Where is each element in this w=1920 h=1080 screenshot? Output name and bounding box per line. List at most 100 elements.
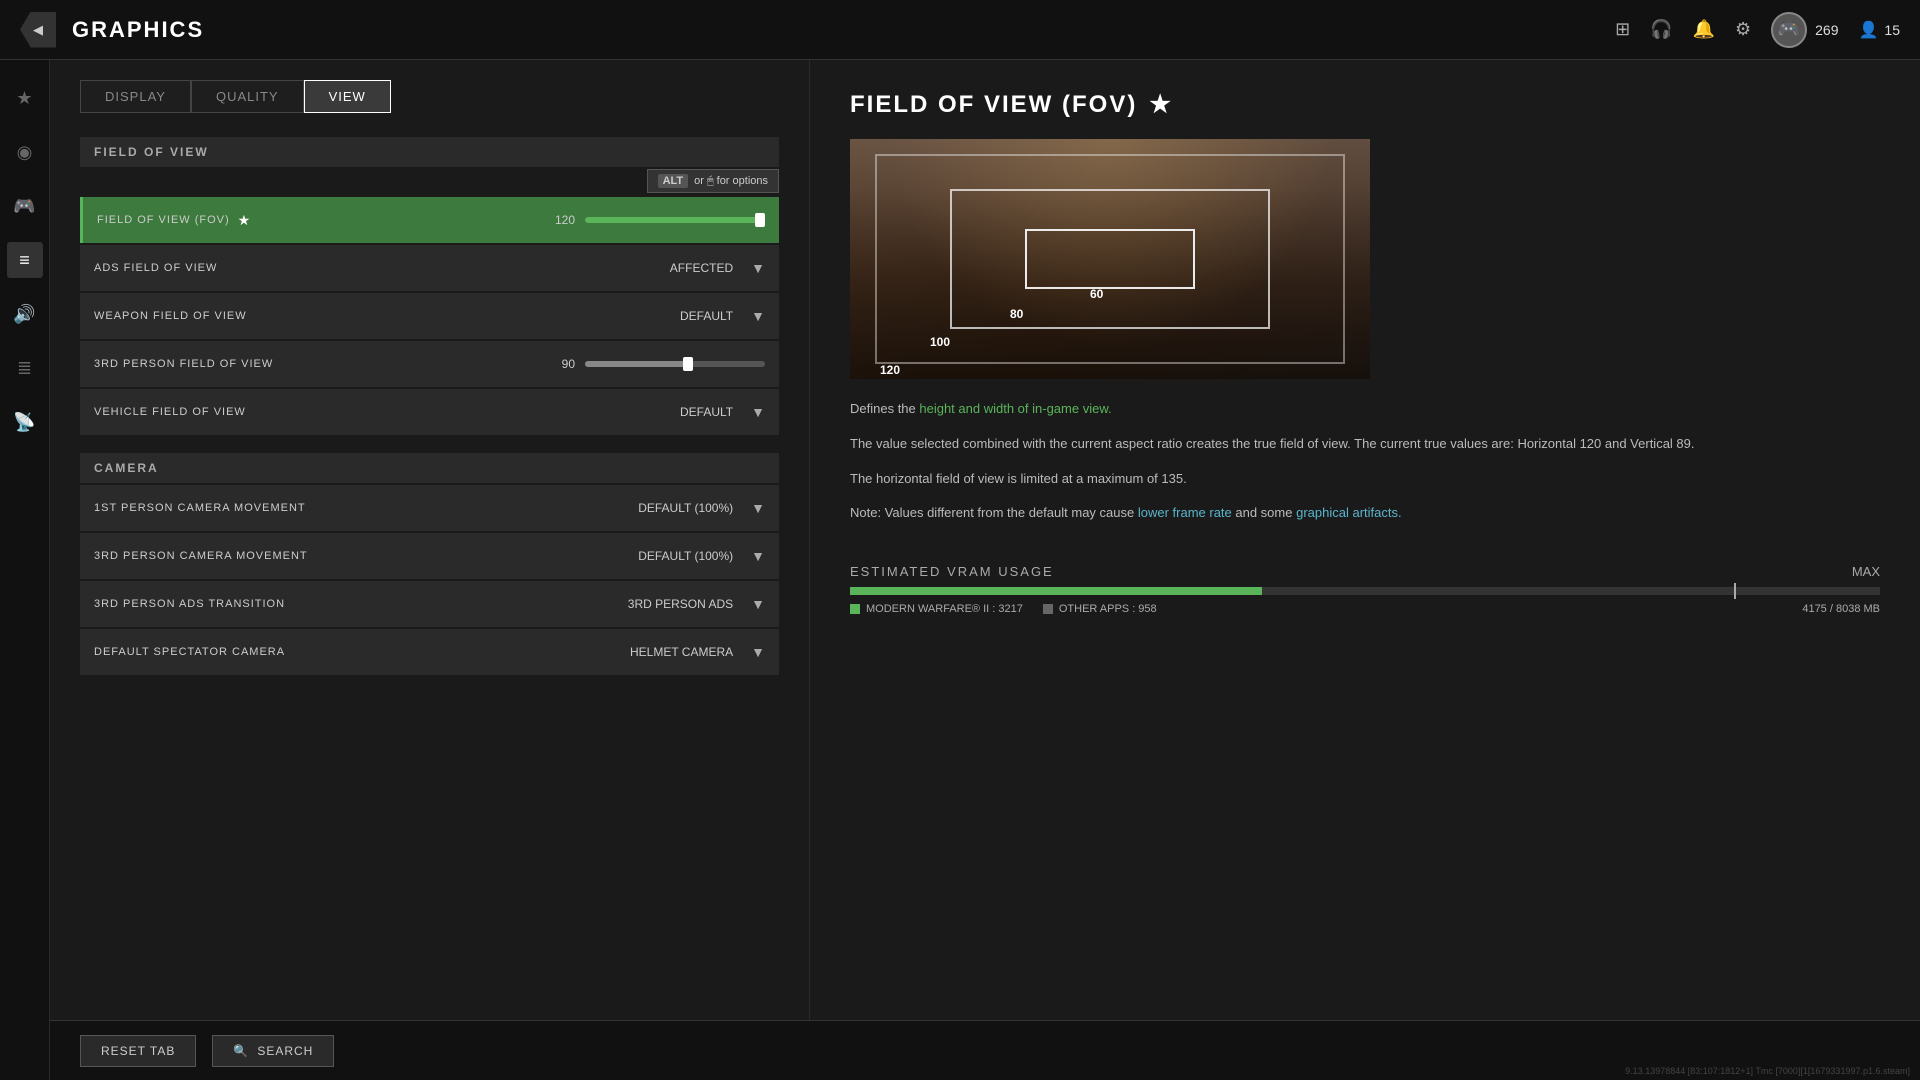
spectator-camera-value-text: HELMET CAMERA: [630, 645, 733, 659]
currency-icon: 👤: [1859, 20, 1879, 40]
3p-fov-row[interactable]: 3RD PERSON FIELD OF VIEW 90: [80, 341, 779, 387]
ads-fov-value-text: AFFECTED: [670, 261, 733, 275]
3p-fov-value-text: 90: [515, 357, 575, 371]
3p-camera-label: 3RD PERSON CAMERA MOVEMENT: [94, 550, 638, 562]
vram-marker: [1734, 583, 1736, 599]
3p-fov-slider-thumb: [683, 357, 693, 371]
sidebar-item-star[interactable]: ★: [7, 80, 43, 116]
topbar: ◀ GRAPHICS ⊞ 🎧 🔔 ⚙ 🎮 269 👤 15: [0, 0, 1920, 60]
1p-camera-dropdown-arrow: ▼: [751, 500, 765, 516]
vehicle-fov-label: VEHICLE FIELD OF VIEW: [94, 406, 673, 418]
sidebar-item-audio[interactable]: 🔊: [7, 296, 43, 332]
3p-fov-label-text: 3RD PERSON FIELD OF VIEW: [94, 358, 273, 370]
reset-tab-button[interactable]: RESET TAB: [80, 1035, 196, 1067]
spectator-camera-label-text: DEFAULT SPECTATOR CAMERA: [94, 646, 285, 658]
1p-camera-label-text: 1ST PERSON CAMERA MOVEMENT: [94, 502, 306, 514]
fov-slider-fill: [585, 217, 765, 223]
spectator-camera-value: HELMET CAMERA ▼: [630, 644, 765, 660]
fov-preview: 120 100 80 60: [850, 139, 1370, 379]
vehicle-fov-row[interactable]: VEHICLE FIELD OF VIEW DEFAULT ▼: [80, 389, 779, 435]
back-button[interactable]: ◀: [20, 12, 56, 48]
3p-ads-transition-dropdown-arrow: ▼: [751, 596, 765, 612]
3p-ads-transition-value-text: 3RD PERSON ADS: [628, 597, 733, 611]
1p-camera-value-text: DEFAULT (100%): [638, 501, 733, 515]
3p-ads-transition-label-text: 3RD PERSON ADS TRANSITION: [94, 598, 285, 610]
search-button[interactable]: 🔍 SEARCH: [212, 1035, 334, 1067]
desc-4-lower-frame: lower frame rate: [1138, 505, 1232, 520]
sidebar-item-network[interactable]: 📡: [7, 404, 43, 440]
settings-icon[interactable]: ⚙: [1735, 19, 1751, 40]
3p-camera-row[interactable]: 3RD PERSON CAMERA MOVEMENT DEFAULT (100%…: [80, 533, 779, 579]
username: 269: [1815, 22, 1838, 38]
3p-fov-label: 3RD PERSON FIELD OF VIEW: [94, 358, 515, 370]
vram-total: 4175 / 8038 MB: [1802, 603, 1880, 615]
camera-section-header: CAMERA: [80, 453, 779, 483]
3p-fov-slider[interactable]: [585, 361, 765, 367]
weapon-fov-dropdown-arrow: ▼: [751, 308, 765, 324]
fov-row[interactable]: FIELD OF VIEW (FOV) ★ 120: [80, 197, 779, 243]
ads-fov-dropdown-arrow: ▼: [751, 260, 765, 276]
3p-ads-transition-label: 3RD PERSON ADS TRANSITION: [94, 598, 628, 610]
fov-inner-rect: [1025, 229, 1195, 289]
vram-mw-label: MODERN WARFARE® II : 3217: [850, 603, 1023, 615]
spectator-camera-row[interactable]: DEFAULT SPECTATOR CAMERA HELMET CAMERA ▼: [80, 629, 779, 675]
fov-star-icon: ★: [238, 212, 252, 229]
bell-icon[interactable]: 🔔: [1693, 19, 1715, 40]
weapon-fov-row[interactable]: WEAPON FIELD OF VIEW DEFAULT ▼: [80, 293, 779, 339]
fov-label: FIELD OF VIEW (FOV) ★: [97, 212, 515, 229]
page-title: GRAPHICS: [72, 17, 204, 43]
vehicle-fov-value-text: DEFAULT: [673, 405, 733, 419]
fov-value: 120: [515, 213, 765, 227]
detail-desc-4: Note: Values different from the default …: [850, 503, 1880, 524]
fov-label-100: 100: [930, 335, 950, 349]
user-area[interactable]: 🎮 269: [1771, 12, 1838, 48]
headphone-icon[interactable]: 🎧: [1650, 19, 1672, 40]
vram-labels: MODERN WARFARE® II : 3217 OTHER APPS : 9…: [850, 603, 1880, 615]
sidebar-item-circle[interactable]: ◉: [7, 134, 43, 170]
vehicle-fov-dropdown-arrow: ▼: [751, 404, 765, 420]
ads-fov-row[interactable]: ADS FIELD OF VIEW AFFECTED ▼: [80, 245, 779, 291]
detail-desc-1: Defines the height and width of in-game …: [850, 399, 1880, 420]
grid-icon[interactable]: ⊞: [1615, 19, 1630, 40]
fov-section-header: FIELD OF VIEW: [80, 137, 779, 167]
vram-mw-text: MODERN WARFARE® II : 3217: [866, 603, 1023, 615]
3p-fov-value: 90: [515, 357, 765, 371]
detail-title-text: FIELD OF VIEW (FOV): [850, 91, 1137, 119]
fov-label-60: 60: [1090, 287, 1103, 301]
fov-value-text: 120: [515, 213, 575, 227]
vram-title: ESTIMATED VRAM USAGE: [850, 564, 1054, 579]
3p-camera-dropdown-arrow: ▼: [751, 548, 765, 564]
search-label: SEARCH: [257, 1044, 313, 1058]
detail-desc-3: The horizontal field of view is limited …: [850, 469, 1880, 490]
tab-view[interactable]: VIEW: [304, 80, 391, 113]
vram-other-dot: [1043, 604, 1053, 614]
sidebar-item-gamepad[interactable]: 🎮: [7, 188, 43, 224]
sidebar-item-graphics[interactable]: ≡: [7, 242, 43, 278]
detail-title: FIELD OF VIEW (FOV) ★: [850, 90, 1880, 119]
fov-slider[interactable]: [585, 217, 765, 223]
detail-desc-2: The value selected combined with the cur…: [850, 434, 1880, 455]
tab-display[interactable]: DISPLAY: [80, 80, 191, 113]
section-divider: [80, 437, 779, 453]
desc-4-and: and some: [1232, 505, 1296, 520]
spectator-camera-dropdown-arrow: ▼: [751, 644, 765, 660]
vram-section: ESTIMATED VRAM USAGE MAX MODERN WARFARE®…: [850, 564, 1880, 615]
3p-camera-value-text: DEFAULT (100%): [638, 549, 733, 563]
1p-camera-row[interactable]: 1ST PERSON CAMERA MOVEMENT DEFAULT (100%…: [80, 485, 779, 531]
tabs-container: DISPLAY QUALITY VIEW: [80, 80, 779, 113]
fov-label-text: FIELD OF VIEW (FOV): [97, 214, 230, 226]
alt-hint-text: or 🖱 for options: [694, 175, 768, 188]
vram-other-text: OTHER APPS : 958: [1059, 603, 1157, 615]
1p-camera-value: DEFAULT (100%) ▼: [638, 500, 765, 516]
main-content: DISPLAY QUALITY VIEW FIELD OF VIEW ALT o…: [50, 60, 1920, 1080]
alt-hint: ALT or 🖱 for options: [80, 169, 779, 193]
weapon-fov-value: DEFAULT ▼: [673, 308, 765, 324]
fov-label-80: 80: [1010, 307, 1023, 321]
vehicle-fov-value: DEFAULT ▼: [673, 404, 765, 420]
tab-quality[interactable]: QUALITY: [191, 80, 304, 113]
vehicle-fov-label-text: VEHICLE FIELD OF VIEW: [94, 406, 246, 418]
sidebar-item-list[interactable]: ≣: [7, 350, 43, 386]
search-icon: 🔍: [233, 1044, 249, 1058]
3p-ads-transition-row[interactable]: 3RD PERSON ADS TRANSITION 3RD PERSON ADS…: [80, 581, 779, 627]
vram-header: ESTIMATED VRAM USAGE MAX: [850, 564, 1880, 579]
